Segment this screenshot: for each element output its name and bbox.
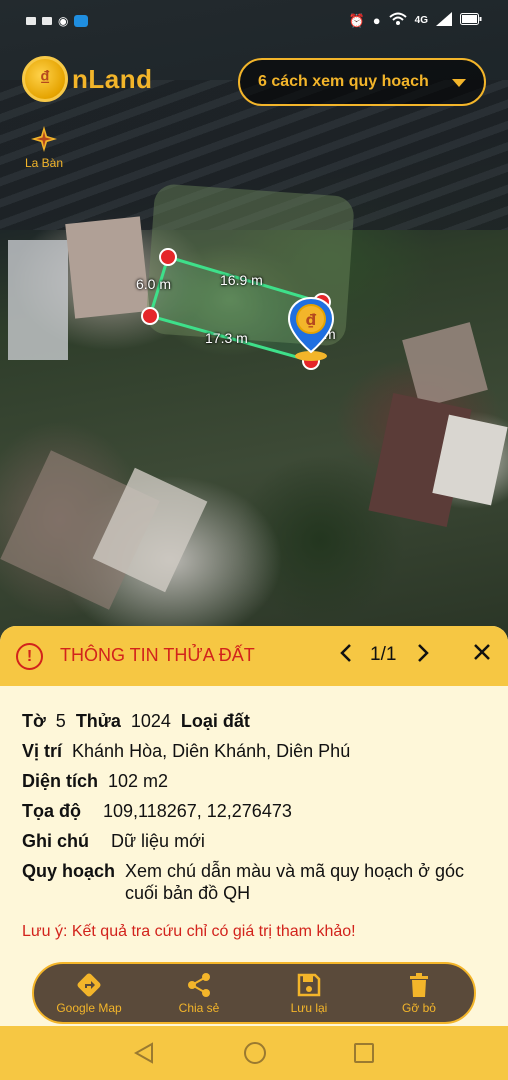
logo-text: nLand (72, 63, 153, 94)
notification-icons: ◉ (26, 14, 89, 28)
system-icons: ⏰ ● 4G (349, 12, 482, 29)
note-value: Dữ liệu mới (111, 831, 205, 851)
sheet-header: ! THÔNG TIN THỬA ĐẤT 1/1 (0, 626, 508, 686)
message-icon (26, 17, 36, 25)
parcel-id-row: Tờ 5 Thửa 1024 Loại đất (22, 710, 492, 732)
remove-button[interactable]: Gỡ bỏ (374, 972, 464, 1015)
google-map-button[interactable]: Google Map (44, 972, 134, 1015)
info-icon: ! (16, 643, 43, 670)
chevron-right-icon (418, 644, 429, 662)
message-icon (42, 17, 52, 25)
plot-dimension-label: 16.9 m (220, 272, 263, 288)
battery-icon (460, 13, 482, 28)
sheet-title: THÔNG TIN THỬA ĐẤT (60, 645, 255, 665)
share-button[interactable]: Chia sẻ (154, 972, 244, 1015)
recent-apps-icon[interactable] (354, 1043, 374, 1063)
plot-dimension-label: 17.3 m (205, 330, 248, 346)
share-icon (188, 972, 210, 997)
disclaimer-note: Lưu ý: Kết quả tra cứu chỉ có giá trị th… (22, 923, 356, 940)
app-logo: ₫ nLand (22, 56, 153, 102)
next-parcel-button[interactable] (413, 643, 433, 669)
area-value: 102 m2 (108, 771, 169, 791)
back-icon[interactable] (134, 1042, 154, 1064)
4g-signal-icon: 4G (414, 15, 428, 26)
note-label: Ghi chú (22, 831, 89, 851)
home-icon[interactable] (244, 1042, 266, 1064)
location-icon: ● (372, 13, 381, 28)
area-row: Diện tích 102 m2 (22, 770, 492, 792)
parcel-details: Tờ 5 Thửa 1024 Loại đất Vị trí Khánh Hòa… (22, 710, 492, 912)
system-navigation-bar (0, 1026, 508, 1080)
planning-label: Quy hoạch (22, 861, 116, 881)
chevron-down-icon (452, 79, 466, 87)
sheet-number-value: 5 (55, 711, 66, 731)
plot-vertex (159, 248, 177, 266)
compass-icon (31, 126, 57, 152)
remove-label: Gỡ bỏ (402, 1000, 436, 1015)
signal-icon (436, 12, 452, 29)
logo-coin-icon: ₫ (22, 56, 68, 102)
coordinates-row: Tọa độ 109,118267, 12,276473 (22, 800, 492, 822)
alarm-icon: ⏰ (348, 12, 365, 28)
location-pin-icon[interactable]: ₫ (286, 296, 336, 362)
close-icon (474, 644, 490, 660)
compass-label: La Bàn (24, 156, 64, 170)
action-bar: Google Map Chia sẻ Lưu lại Gỡ bỏ (32, 962, 476, 1024)
save-icon (297, 973, 321, 996)
planning-view-label: 6 cách xem quy hoạch (258, 73, 429, 90)
parcel-pager: 1/1 (370, 644, 397, 665)
note-row: Ghi chú Dữ liệu mới (22, 830, 492, 852)
zalo-icon (74, 15, 89, 27)
facebook-icon: ◉ (58, 14, 69, 28)
parcel-number-value: 1024 (130, 711, 171, 731)
previous-parcel-button[interactable] (336, 643, 356, 669)
planning-row: Quy hoạch Xem chú dẫn màu và mã quy hoạc… (22, 860, 492, 904)
location-label: Vị trí (22, 741, 63, 761)
chevron-left-icon (340, 644, 351, 662)
status-bar: ◉ ⏰ ● 4G (0, 0, 508, 44)
directions-icon (77, 973, 101, 996)
plot-dimension-label: 6.0 m (136, 276, 172, 292)
location-value: Khánh Hòa, Diên Khánh, Diên Phú (72, 741, 351, 761)
plot-vertex (141, 307, 159, 325)
share-label: Chia sẻ (178, 1000, 220, 1015)
coordinates-label: Tọa độ (22, 801, 81, 821)
sheet-number-label: Tờ (22, 711, 46, 731)
land-type-label: Loại đất (180, 711, 250, 731)
save-label: Lưu lại (290, 1000, 328, 1015)
svg-text:₫: ₫ (306, 311, 317, 329)
save-button[interactable]: Lưu lại (264, 972, 354, 1015)
area-label: Diện tích (22, 771, 99, 791)
coordinates-value[interactable]: 109,118267, 12,276473 (103, 800, 292, 822)
google-map-label: Google Map (56, 1000, 122, 1015)
close-button[interactable] (468, 641, 496, 669)
planning-value: Xem chú dẫn màu và mã quy hoạch ở góc cu… (125, 861, 465, 903)
compass-button[interactable]: La Bàn (22, 126, 66, 170)
planning-view-dropdown[interactable]: 6 cách xem quy hoạch (238, 58, 486, 106)
parcel-number-label: Thửa (75, 711, 121, 731)
location-row: Vị trí Khánh Hòa, Diên Khánh, Diên Phú (22, 740, 492, 762)
trash-icon (410, 972, 428, 997)
parcel-info-sheet: ! THÔNG TIN THỬA ĐẤT 1/1 Tờ 5 Thửa 1024 … (0, 626, 508, 1026)
wifi-icon (388, 12, 407, 29)
